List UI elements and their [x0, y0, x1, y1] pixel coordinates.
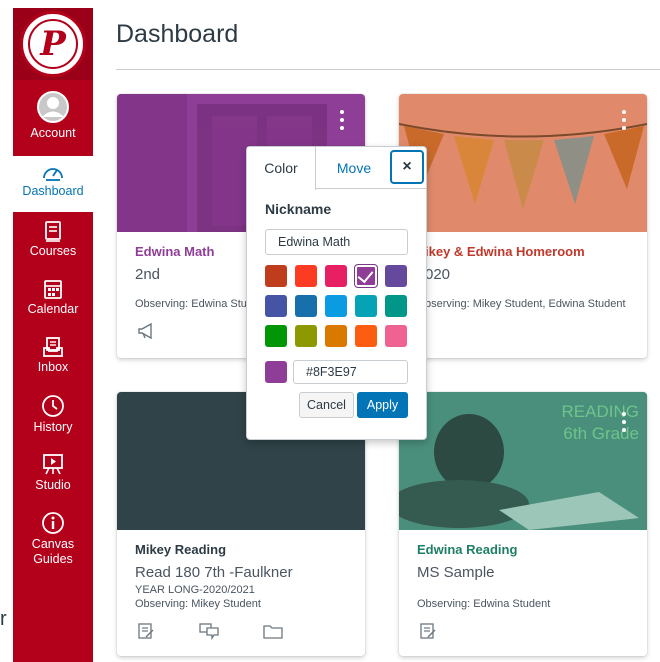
- color-swatch[interactable]: [355, 325, 377, 347]
- card-term: Read 180 7th -Faulkner: [135, 564, 293, 581]
- studio-icon: [43, 454, 63, 475]
- nav-account-label: Account: [30, 126, 76, 140]
- card-observing: Observing: Mikey Student: [135, 598, 261, 610]
- hero-text-grade: 6th Grade: [563, 424, 639, 443]
- discussion-icon[interactable]: [199, 622, 219, 640]
- nav-calendar[interactable]: Calendar: [13, 278, 93, 317]
- card-hero[interactable]: READING 6th Grade: [399, 392, 647, 530]
- card-menu-kebab-icon[interactable]: [621, 110, 627, 134]
- card-menu-kebab-icon[interactable]: [621, 412, 627, 436]
- nav-account[interactable]: Account: [13, 90, 93, 141]
- tab-color[interactable]: Color: [247, 147, 316, 190]
- assignment-icon[interactable]: [419, 622, 437, 640]
- color-swatch[interactable]: [385, 295, 407, 317]
- color-swatch[interactable]: [325, 325, 347, 347]
- popover-tabs: Color Move ×: [247, 147, 426, 190]
- nav-dashboard-label: Dashboard: [22, 184, 84, 198]
- tab-move[interactable]: Move: [317, 147, 391, 189]
- cancel-button[interactable]: Cancel: [299, 392, 354, 418]
- global-nav: P Account Dashboard Courses Calendar Inb…: [13, 8, 93, 662]
- color-swatch[interactable]: [295, 295, 317, 317]
- folder-icon[interactable]: [263, 622, 283, 640]
- close-button[interactable]: ×: [390, 150, 424, 184]
- card-term: MS Sample: [417, 564, 495, 581]
- clock-icon: [42, 395, 64, 417]
- speedometer-icon: [43, 168, 63, 181]
- apply-button[interactable]: Apply: [357, 392, 408, 418]
- color-swatch[interactable]: [385, 325, 407, 347]
- card-course-name[interactable]: Mikey Reading: [135, 542, 226, 557]
- nav-studio-label: Studio: [35, 478, 71, 492]
- nav-canvas-guides-label-1: Canvas: [31, 537, 75, 551]
- course-card-homeroom[interactable]: ikey & Edwina Homeroom 020 bserving: Mik…: [399, 94, 647, 358]
- color-swatch[interactable]: [355, 295, 377, 317]
- hex-color-input[interactable]: #8F3E97: [293, 360, 408, 384]
- card-term: 020: [425, 266, 451, 283]
- nav-courses-label: Courses: [29, 244, 77, 258]
- color-swatch[interactable]: [265, 265, 287, 287]
- color-swatch[interactable]: [354, 264, 378, 288]
- nav-inbox-label: Inbox: [37, 360, 69, 374]
- announcement-icon[interactable]: [137, 322, 157, 340]
- header-divider: [116, 69, 660, 70]
- nav-canvas-guides[interactable]: Canvas Guides: [13, 511, 93, 567]
- school-logo[interactable]: P: [13, 8, 93, 80]
- card-observing: bserving: Mikey Student, Edwina Student: [425, 298, 626, 310]
- card-course-name[interactable]: Edwina Math: [135, 244, 214, 259]
- color-swatch[interactable]: [265, 325, 287, 347]
- nav-studio[interactable]: Studio: [13, 452, 93, 493]
- course-card-edwina-reading[interactable]: READING 6th Grade Edwina Reading MS Samp…: [399, 392, 647, 656]
- nav-history-label: History: [33, 420, 73, 434]
- book-icon: [45, 221, 61, 242]
- stray-text: r: [0, 608, 7, 630]
- color-swatch[interactable]: [325, 265, 347, 287]
- nav-calendar-label: Calendar: [27, 302, 79, 316]
- bunting-image: [399, 123, 647, 209]
- nav-courses[interactable]: Courses: [13, 220, 93, 259]
- color-swatch[interactable]: [265, 295, 287, 317]
- page: P Account Dashboard Courses Calendar Inb…: [0, 0, 660, 662]
- card-course-name[interactable]: Edwina Reading: [417, 542, 517, 557]
- card-course-name[interactable]: ikey & Edwina Homeroom: [425, 244, 585, 259]
- color-swatch[interactable]: [295, 265, 317, 287]
- page-title: Dashboard: [116, 20, 239, 48]
- nav-canvas-guides-label-2: Guides: [33, 552, 73, 566]
- nav-history[interactable]: History: [13, 394, 93, 435]
- card-color-popover: Color Move × Nickname Edwina Math #8F3E9…: [246, 146, 427, 440]
- avatar-icon: [37, 91, 69, 123]
- hero-text-reading: READING: [561, 402, 639, 421]
- nickname-input[interactable]: Edwina Math: [265, 229, 408, 255]
- color-swatch[interactable]: [325, 295, 347, 317]
- nav-dashboard[interactable]: Dashboard: [13, 156, 93, 212]
- assignment-icon[interactable]: [137, 622, 155, 640]
- color-swatch[interactable]: [295, 325, 317, 347]
- info-icon: [42, 512, 64, 534]
- card-observing: Observing: Edwina Stud: [135, 298, 254, 310]
- card-observing: Observing: Edwina Student: [417, 598, 551, 610]
- nickname-label: Nickname: [265, 201, 332, 217]
- inbox-icon: [43, 337, 63, 357]
- logo-letter: P: [40, 24, 66, 64]
- school-seal: P: [20, 11, 86, 77]
- close-icon: ×: [402, 158, 412, 175]
- nav-inbox[interactable]: Inbox: [13, 336, 93, 375]
- calendar-icon: [44, 280, 62, 299]
- card-subterm: YEAR LONG-2020/2021: [135, 584, 255, 596]
- card-hero[interactable]: [399, 94, 647, 232]
- card-menu-kebab-icon[interactable]: [339, 110, 345, 134]
- color-swatch[interactable]: [385, 265, 407, 287]
- card-term: 2nd: [135, 266, 161, 283]
- current-color-swatch: [265, 361, 287, 383]
- color-swatch-grid: [265, 264, 410, 347]
